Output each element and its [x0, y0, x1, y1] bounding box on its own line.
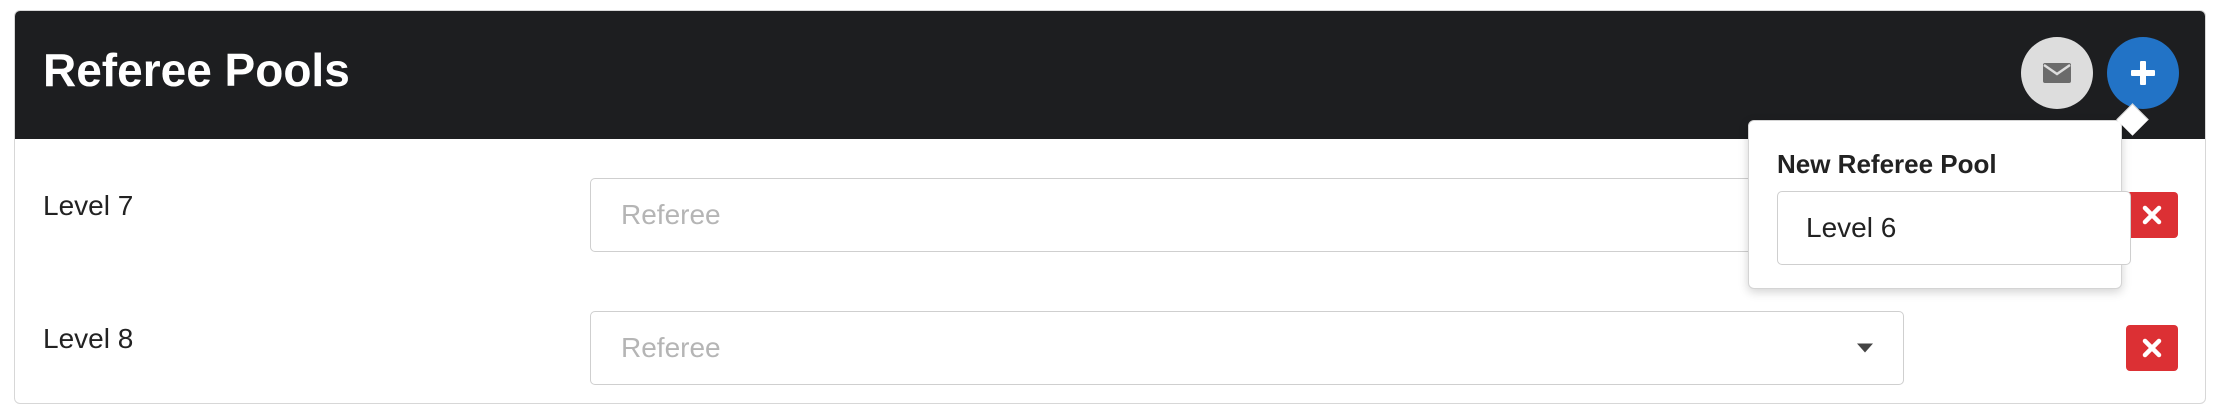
chevron-down-icon: [1857, 343, 1873, 353]
close-icon: [2142, 338, 2162, 358]
delete-pool-button[interactable]: [2126, 325, 2178, 371]
popover-title: New Referee Pool: [1777, 149, 1997, 179]
pool-row: Level 8 Referee: [15, 279, 2205, 399]
pool-name: Level 7: [43, 190, 134, 221]
new-pool-popover: New Referee Pool: [1748, 103, 2149, 289]
referee-select[interactable]: Referee: [590, 178, 1904, 252]
page-title: Referee Pools: [43, 44, 350, 96]
delete-pool-button[interactable]: [2126, 192, 2178, 238]
email-button[interactable]: [2021, 37, 2093, 109]
referee-select-placeholder: Referee: [621, 332, 721, 363]
pool-name: Level 8: [43, 323, 134, 354]
plus-icon: [2131, 61, 2155, 85]
close-icon: [2142, 205, 2162, 225]
referee-select-placeholder: Referee: [621, 199, 721, 230]
envelope-icon: [2043, 63, 2071, 83]
add-pool-button[interactable]: [2107, 37, 2179, 109]
referee-select[interactable]: Referee: [590, 311, 1904, 385]
new-pool-name-input[interactable]: [1777, 191, 2131, 265]
